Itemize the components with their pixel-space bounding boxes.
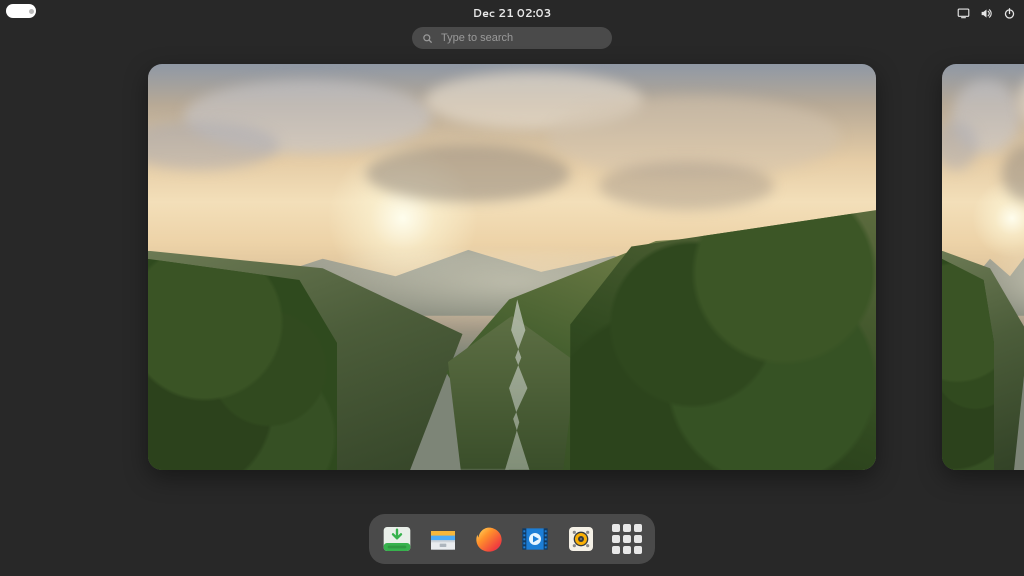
activities-button[interactable]	[6, 4, 36, 18]
files-icon	[427, 523, 459, 555]
dash	[369, 514, 655, 564]
app-files[interactable]	[425, 521, 461, 557]
workspace-switcher	[0, 64, 1024, 484]
screen-icon[interactable]	[957, 7, 970, 20]
top-bar: Dec 21 02:03	[0, 0, 1024, 26]
wallpaper	[942, 64, 1024, 470]
app-grid-icon	[612, 524, 642, 554]
installer-icon	[381, 523, 413, 555]
system-status-area[interactable]	[957, 0, 1016, 26]
activities-pill-icon	[6, 4, 36, 18]
app-videos[interactable]	[517, 521, 553, 557]
app-rhythmbox[interactable]	[563, 521, 599, 557]
search-input[interactable]	[441, 32, 602, 44]
search-field[interactable]	[412, 27, 612, 49]
videos-icon	[519, 523, 551, 555]
workspace-thumbnail-2[interactable]	[942, 64, 1024, 470]
app-firefox[interactable]	[471, 521, 507, 557]
workspace-thumbnail-1[interactable]	[148, 64, 876, 470]
volume-icon[interactable]	[980, 7, 993, 20]
show-applications-button[interactable]	[609, 521, 645, 557]
power-icon[interactable]	[1003, 7, 1016, 20]
app-installer[interactable]	[379, 521, 415, 557]
clock[interactable]: Dec 21 02:03	[473, 5, 552, 21]
wallpaper	[148, 64, 876, 470]
rhythmbox-icon	[565, 523, 597, 555]
overview-search	[412, 27, 612, 49]
search-icon	[422, 27, 433, 50]
firefox-icon	[473, 523, 505, 555]
